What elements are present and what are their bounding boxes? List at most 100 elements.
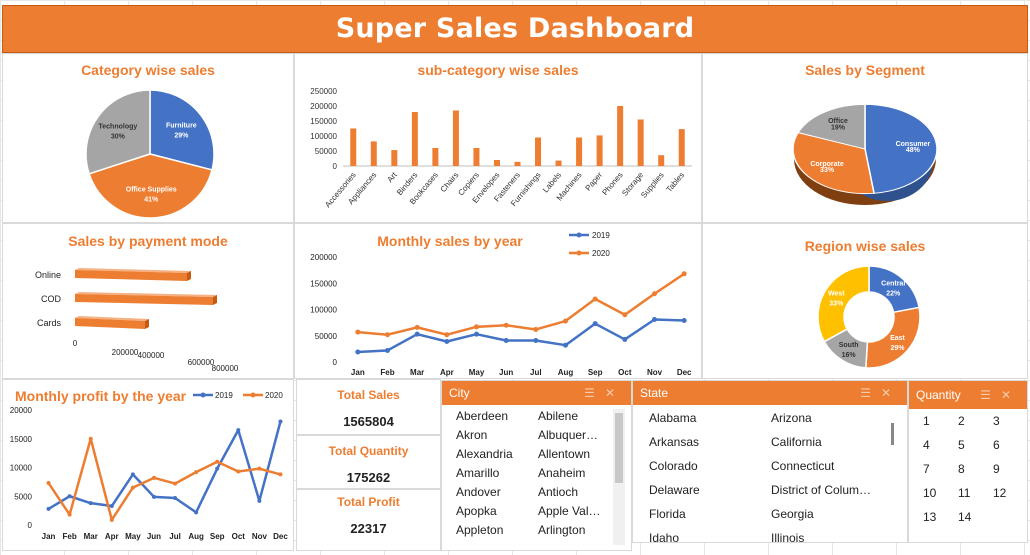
point-2020-feb — [385, 332, 390, 338]
point-2020-dec — [681, 271, 687, 277]
bar-phones — [617, 106, 624, 166]
quantity-item[interactable]: 13 — [923, 510, 936, 524]
city-slicer-header: City ☰✕ — [442, 381, 631, 405]
state-item[interactable]: Florida — [649, 507, 686, 521]
point-2019-sep — [215, 466, 220, 471]
clear-filter-icon[interactable]: ✕ — [605, 386, 625, 400]
city-item[interactable]: Albuquer… — [538, 428, 598, 442]
state-item[interactable]: District of Colum… — [771, 483, 871, 497]
y-tick-label: 150000 — [310, 117, 337, 126]
subcategory-panel[interactable]: sub-category wise sales 0 50000 100000 1500… — [294, 53, 702, 223]
monthly-profit-line-chart: 0 5000 10000 15000 20000 Jan Feb Mar Apr May Jun Ju… — [10, 391, 289, 541]
city-item[interactable]: Apopka — [456, 504, 497, 518]
slice-central — [868, 265, 920, 314]
point-2019-mar — [414, 331, 420, 337]
point-2019-feb — [67, 494, 72, 499]
total-quantity-label: Total Quantity — [328, 444, 409, 458]
slice-west — [817, 265, 870, 343]
y-tick-label: 20000 — [10, 406, 33, 415]
state-item[interactable]: Connecticut — [771, 459, 834, 473]
x-tick-label: 400000 — [138, 351, 165, 360]
state-item[interactable]: Arizona — [771, 411, 812, 425]
city-item[interactable]: Antioch — [538, 485, 578, 499]
payment-panel[interactable]: Sales by payment mode Online COD Cards 0 200… — [2, 223, 294, 379]
x-tick-label-nov: Nov — [252, 532, 268, 541]
city-item[interactable]: Aberdeen — [456, 409, 508, 423]
legend-label-2019: 2019 — [592, 231, 610, 240]
quantity-item[interactable]: 5 — [958, 438, 965, 452]
multi-select-icon[interactable]: ☰ — [860, 386, 881, 400]
bar-appliances — [370, 141, 377, 166]
y-tick-label: 100000 — [310, 132, 337, 141]
y-tick-label: 200000 — [310, 253, 337, 262]
point-2020-aug — [563, 318, 568, 324]
multi-select-icon[interactable]: ☰ — [584, 386, 605, 400]
quantity-item[interactable]: 8 — [958, 462, 965, 476]
y-tick-label: 250000 — [310, 87, 337, 96]
quantity-item[interactable]: 9 — [993, 462, 1000, 476]
city-item[interactable]: Arlington — [538, 523, 585, 537]
quantity-item[interactable]: 2 — [958, 414, 965, 428]
quantity-item[interactable]: 14 — [958, 510, 971, 524]
clear-filter-icon[interactable]: ✕ — [881, 386, 901, 400]
legend-marker-2020 — [576, 250, 582, 256]
clear-filter-icon[interactable]: ✕ — [1001, 388, 1021, 402]
point-2020-nov — [652, 291, 657, 297]
city-item[interactable]: Akron — [456, 428, 487, 442]
quantity-item[interactable]: 10 — [923, 486, 936, 500]
state-item[interactable]: Alabama — [649, 411, 696, 425]
multi-select-icon[interactable]: ☰ — [980, 388, 1001, 402]
quantity-item[interactable]: 6 — [993, 438, 1000, 452]
city-item[interactable]: Amarillo — [456, 466, 499, 480]
state-slicer-title: State — [640, 386, 669, 400]
category-panel[interactable]: Category wise sales Furniture 29% Office S… — [2, 53, 294, 223]
state-item[interactable]: Illinois — [771, 531, 804, 542]
point-2019-jul — [533, 337, 539, 343]
y-tick-label: 0 — [333, 358, 338, 367]
city-item[interactable]: Andover — [456, 485, 501, 499]
state-item[interactable]: Delaware — [649, 483, 700, 497]
x-tick-label-jan: Jan — [351, 368, 365, 377]
city-item[interactable]: Apple Val… — [538, 504, 600, 518]
city-item[interactable]: Appleton — [456, 523, 503, 537]
quantity-item[interactable]: 11 — [958, 486, 970, 500]
city-slicer-tools: ☰✕ — [584, 381, 625, 405]
city-item[interactable]: Abilene — [538, 409, 578, 423]
total-profit-value: 22317 — [350, 521, 387, 536]
monthly-sales-panel[interactable]: Monthly sales by year 0 50000 100000 150000… — [294, 223, 702, 379]
bar-copiers — [473, 148, 480, 166]
city-item[interactable]: Allentown — [538, 447, 590, 461]
quantity-item[interactable]: 4 — [923, 438, 930, 452]
state-slicer[interactable]: State ☰✕ Alabama Arkansas Colorado Delaware… — [632, 380, 908, 543]
point-2019-oct — [622, 336, 628, 342]
city-scroll-thumb[interactable] — [615, 413, 623, 483]
city-scrollbar[interactable] — [613, 409, 625, 545]
state-item[interactable]: Idaho — [649, 531, 679, 542]
y-tick-label: 0 — [333, 162, 338, 171]
monthly-profit-panel[interactable]: Monthly profit by the year 0 5000 10000 150… — [2, 379, 294, 551]
point-2019-aug — [194, 510, 199, 515]
legend-label-2020: 2020 — [592, 249, 610, 258]
y-tick-label: 50000 — [315, 147, 338, 156]
city-item[interactable]: Alexandria — [456, 447, 513, 461]
point-2019-nov — [257, 498, 262, 503]
state-item[interactable]: Arkansas — [649, 435, 699, 449]
segment-panel[interactable]: Sales by Segment Consumer 48% Corporate 33%… — [702, 53, 1028, 223]
quantity-item[interactable]: 12 — [993, 486, 1006, 500]
legend-label-2019: 2019 — [215, 391, 233, 400]
slice-label-office-supplies: Office Supplies — [126, 187, 177, 194]
state-item[interactable]: Georgia — [771, 507, 814, 521]
slice-label-west: West — [828, 291, 845, 298]
quantity-item[interactable]: 7 — [923, 462, 930, 476]
state-item[interactable]: California — [771, 435, 822, 449]
state-scroll-thumb[interactable] — [891, 423, 894, 445]
city-slicer[interactable]: City ☰✕ Aberdeen Akron Alexandria Amarillo A… — [441, 380, 632, 551]
quantity-item[interactable]: 3 — [993, 414, 1000, 428]
bar-labels — [555, 160, 562, 166]
state-item[interactable]: Colorado — [649, 459, 698, 473]
quantity-item[interactable]: 1 — [923, 414, 930, 428]
region-panel[interactable]: Region wise sales Central 22% East 29% South… — [702, 223, 1028, 379]
total-profit-label: Total Profit — [337, 495, 400, 509]
quantity-slicer[interactable]: Quantity ☰✕ 1 2 3 4 5 6 7 8 9 10 11 12 13 14 — [908, 380, 1028, 543]
city-item[interactable]: Anaheim — [538, 466, 585, 480]
